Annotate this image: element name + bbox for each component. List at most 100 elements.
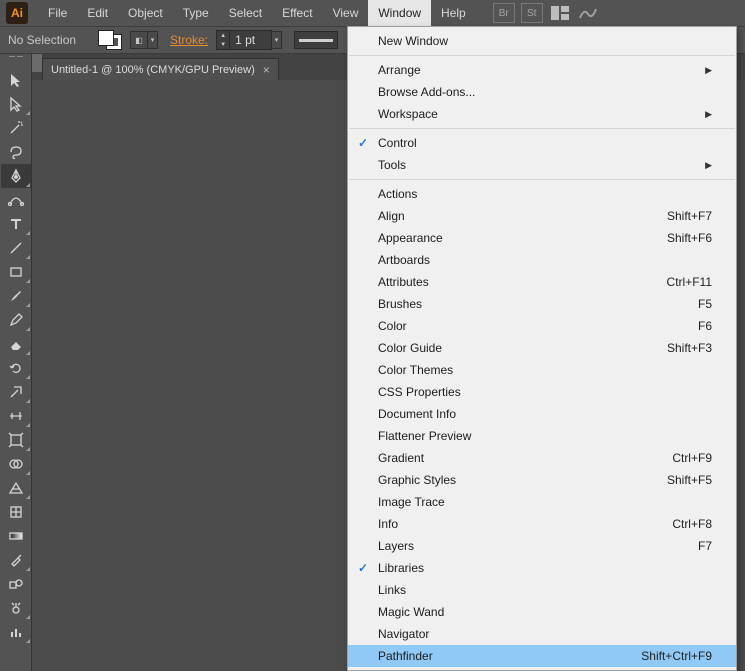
menu-help[interactable]: Help (431, 0, 476, 26)
menu-item-info[interactable]: InfoCtrl+F8 (348, 513, 736, 535)
color-mode-button[interactable]: ◧ (130, 31, 148, 49)
menu-item-color[interactable]: ColorF6 (348, 315, 736, 337)
menu-item-label: Arrange (378, 63, 705, 77)
menu-item-css-properties[interactable]: CSS Properties (348, 381, 736, 403)
menu-item-shortcut: Shift+Ctrl+F9 (641, 649, 712, 663)
menu-item-pathfinder[interactable]: PathfinderShift+Ctrl+F9 (348, 645, 736, 667)
menu-item-artboards[interactable]: Artboards (348, 249, 736, 271)
menu-item-layers[interactable]: LayersF7 (348, 535, 736, 557)
menu-item-tools[interactable]: Tools▶ (348, 154, 736, 176)
tools-panel-grip[interactable] (0, 56, 31, 64)
bridge-icon[interactable]: Br (493, 3, 515, 23)
menu-item-label: Color (378, 319, 698, 333)
menu-file[interactable]: File (38, 0, 77, 26)
perspective-grid-tool[interactable] (1, 476, 31, 500)
type-tool[interactable] (1, 212, 31, 236)
menu-item-label: Graphic Styles (378, 473, 667, 487)
rectangle-tool[interactable] (1, 260, 31, 284)
stroke-weight-field[interactable]: ▲ ▼ 1 pt ▾ (216, 30, 282, 50)
menu-item-label: Layers (378, 539, 698, 553)
menu-item-links[interactable]: Links (348, 579, 736, 601)
magic-wand-tool[interactable] (1, 116, 31, 140)
menu-item-shortcut: Ctrl+F11 (667, 275, 712, 289)
menu-item-brushes[interactable]: BrushesF5 (348, 293, 736, 315)
document-tab-title: Untitled-1 @ 100% (CMYK/GPU Preview) (51, 64, 255, 76)
menu-item-image-trace[interactable]: Image Trace (348, 491, 736, 513)
submenu-arrow-icon: ▶ (705, 109, 712, 120)
width-tool[interactable] (1, 404, 31, 428)
menu-item-label: Control (378, 136, 712, 150)
menu-item-flattener-preview[interactable]: Flattener Preview (348, 425, 736, 447)
paintbrush-tool[interactable] (1, 284, 31, 308)
eyedropper-tool[interactable] (1, 548, 31, 572)
menu-item-new-window[interactable]: New Window (348, 30, 736, 52)
menu-item-actions[interactable]: Actions (348, 183, 736, 205)
selection-tool[interactable] (1, 68, 31, 92)
menu-item-workspace[interactable]: Workspace▶ (348, 103, 736, 125)
brush-definition[interactable] (294, 31, 338, 49)
menu-item-libraries[interactable]: Libraries (348, 557, 736, 579)
eraser-tool[interactable] (1, 332, 31, 356)
menu-object[interactable]: Object (118, 0, 173, 26)
stroke-weight-dropdown[interactable]: ▾ (272, 31, 282, 49)
fill-stroke-swatch[interactable] (98, 30, 124, 50)
lasso-tool[interactable] (1, 140, 31, 164)
direct-selection-tool[interactable] (1, 92, 31, 116)
menu-item-label: New Window (378, 34, 712, 48)
menu-item-label: Workspace (378, 107, 705, 121)
menu-item-magic-wand[interactable]: Magic Wand (348, 601, 736, 623)
stock-icon[interactable]: St (521, 3, 543, 23)
menu-item-shortcut: Shift+F3 (667, 341, 712, 355)
menu-item-color-guide[interactable]: Color GuideShift+F3 (348, 337, 736, 359)
menu-item-label: Color Guide (378, 341, 667, 355)
menu-item-align[interactable]: AlignShift+F7 (348, 205, 736, 227)
menu-item-control[interactable]: Control (348, 132, 736, 154)
fill-swatch[interactable] (98, 30, 114, 46)
stroke-weight-up[interactable]: ▲ (217, 31, 229, 40)
menu-item-color-themes[interactable]: Color Themes (348, 359, 736, 381)
stroke-weight-down[interactable]: ▼ (217, 40, 229, 49)
menu-edit[interactable]: Edit (77, 0, 118, 26)
stroke-label[interactable]: Stroke: (170, 33, 208, 47)
stroke-weight-input[interactable]: 1 pt (230, 30, 272, 50)
menu-type[interactable]: Type (173, 0, 219, 26)
menu-item-label: Navigator (378, 627, 712, 641)
menu-item-navigator[interactable]: Navigator (348, 623, 736, 645)
color-mode-dropdown[interactable]: ▾ (148, 31, 158, 49)
scale-tool[interactable] (1, 380, 31, 404)
document-tab[interactable]: Untitled-1 @ 100% (CMYK/GPU Preview) × (42, 58, 279, 80)
menu-item-label: Pathfinder (378, 649, 641, 663)
menu-item-label: Image Trace (378, 495, 712, 509)
menu-item-appearance[interactable]: AppearanceShift+F6 (348, 227, 736, 249)
curvature-tool[interactable] (1, 188, 31, 212)
pencil-tool[interactable] (1, 308, 31, 332)
menu-effect[interactable]: Effect (272, 0, 322, 26)
mesh-tool[interactable] (1, 500, 31, 524)
blend-tool[interactable] (1, 572, 31, 596)
panel-grip[interactable] (32, 54, 42, 72)
menu-item-shortcut: Shift+F7 (667, 209, 712, 223)
menu-view[interactable]: View (323, 0, 369, 26)
gpu-performance-icon[interactable] (577, 3, 599, 23)
symbol-sprayer-tool[interactable] (1, 596, 31, 620)
menu-item-browse-add-ons[interactable]: Browse Add-ons... (348, 81, 736, 103)
column-graph-tool[interactable] (1, 620, 31, 644)
free-transform-tool[interactable] (1, 428, 31, 452)
pen-tool[interactable] (1, 164, 31, 188)
line-tool[interactable] (1, 236, 31, 260)
menu-item-shortcut: F5 (698, 297, 712, 311)
menu-window[interactable]: Window (368, 0, 431, 26)
rotate-tool[interactable] (1, 356, 31, 380)
menu-item-gradient[interactable]: GradientCtrl+F9 (348, 447, 736, 469)
menu-item-label: Magic Wand (378, 605, 712, 619)
shape-builder-tool[interactable] (1, 452, 31, 476)
menu-item-arrange[interactable]: Arrange▶ (348, 59, 736, 81)
menu-select[interactable]: Select (219, 0, 272, 26)
menu-item-document-info[interactable]: Document Info (348, 403, 736, 425)
close-tab-icon[interactable]: × (263, 63, 270, 77)
arrange-documents-icon[interactable] (549, 3, 571, 23)
menu-item-attributes[interactable]: AttributesCtrl+F11 (348, 271, 736, 293)
menu-separator (349, 55, 735, 56)
menu-item-graphic-styles[interactable]: Graphic StylesShift+F5 (348, 469, 736, 491)
gradient-tool[interactable] (1, 524, 31, 548)
